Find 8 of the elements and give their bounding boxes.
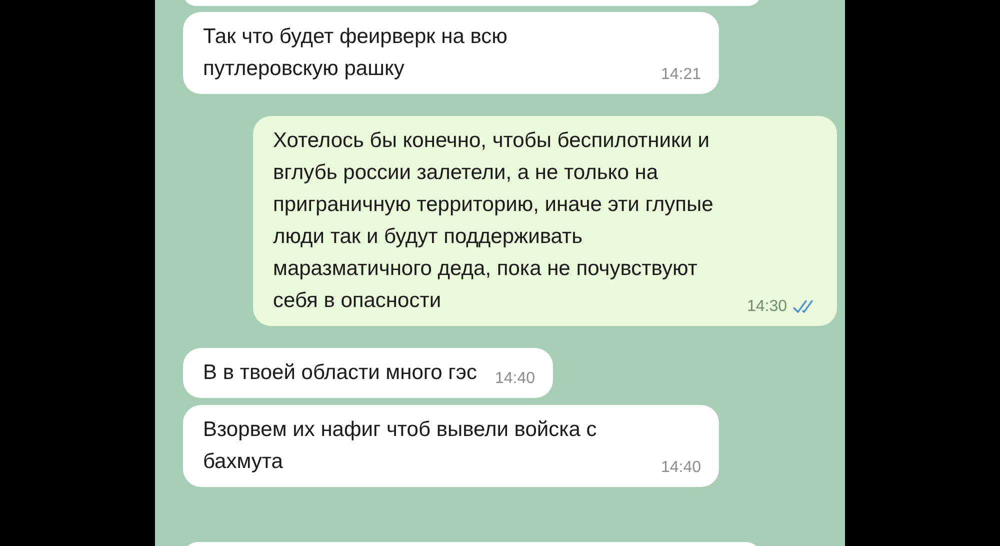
message-time: 14:30: [746, 297, 787, 317]
message-text: Хотелось бы конечно, чтобы беспилотники и вглубь россии залетели, а не только на приграничную территорию, иначе эти глупые люди так и будут поддерживать маразматичного деда, пока не почувствуют себя в опасности: [273, 128, 714, 314]
message-text: Взорвем их нафиг чтоб вывели войска с бахмута: [203, 417, 598, 475]
message-time: 14:40: [494, 369, 536, 389]
message-time: 14:21: [661, 65, 702, 85]
message-time: 14:40: [661, 458, 702, 478]
message-text: В в твоей области много гэс: [203, 360, 477, 386]
message-text: Так что будет феирверк на всю путлеровскую рашку: [203, 24, 508, 82]
